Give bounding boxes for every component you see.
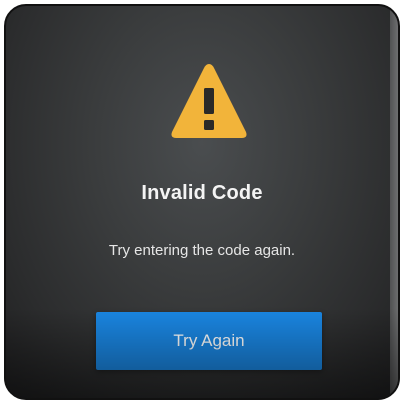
warning-triangle-icon [171, 64, 247, 138]
try-again-button[interactable]: Try Again [96, 312, 322, 370]
dialog-message: Try entering the code again. [108, 242, 296, 259]
tv-screen-photo: Invalid Code Try entering the code again… [4, 4, 400, 400]
dialog-title: Invalid Code [141, 182, 263, 204]
